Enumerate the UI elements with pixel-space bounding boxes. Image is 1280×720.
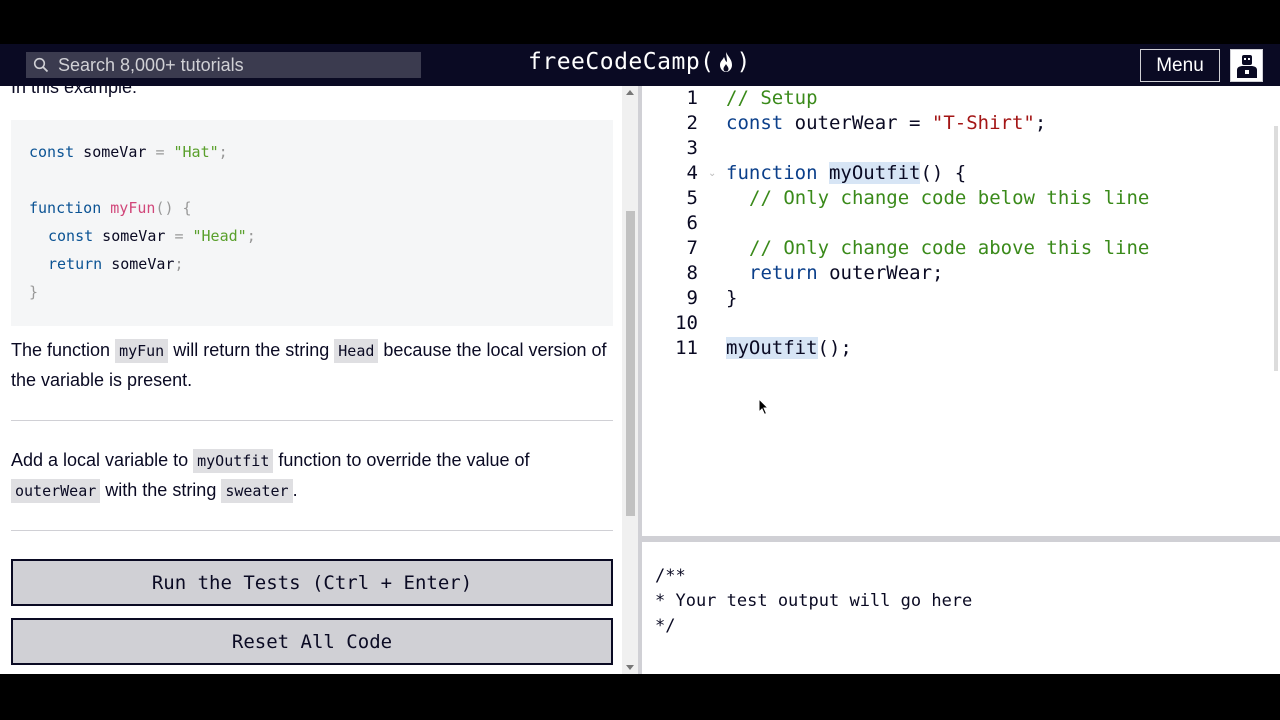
brand-logo[interactable]: freeCodeCamp( ) xyxy=(528,49,751,75)
line-number: 11 xyxy=(675,337,698,359)
lesson-panel: In this example: const someVar = "Hat"; … xyxy=(0,86,622,674)
example-code-line: } xyxy=(29,283,39,301)
user-avatar-icon xyxy=(1236,54,1257,78)
scroll-up-icon[interactable] xyxy=(626,90,634,95)
inline-code: sweater xyxy=(221,479,293,503)
line-number: 8 xyxy=(686,262,698,284)
reset-code-button[interactable]: Reset All Code xyxy=(11,618,613,665)
code-line[interactable]: myOutfit(); xyxy=(726,337,852,359)
brand-text-left: freeCodeCamp( xyxy=(528,49,715,75)
code-line[interactable]: // Setup xyxy=(726,87,818,109)
code-line[interactable]: // Only change code below this line xyxy=(749,187,1149,209)
line-number: 1 xyxy=(686,87,698,109)
line-number: 10 xyxy=(675,312,698,334)
search-bar[interactable] xyxy=(26,52,421,78)
code-line[interactable]: const outerWear = "T-Shirt"; xyxy=(726,112,1046,134)
code-line[interactable]: return outerWear; xyxy=(749,262,943,284)
menu-button[interactable]: Menu xyxy=(1140,49,1220,82)
lesson-scrollbar[interactable] xyxy=(622,86,638,674)
search-input[interactable] xyxy=(56,52,421,78)
line-number: 5 xyxy=(686,187,698,209)
code-line[interactable]: // Only change code above this line xyxy=(749,237,1149,259)
fold-chevron-icon[interactable]: ⌄ xyxy=(708,168,716,179)
line-number: 6 xyxy=(686,212,698,234)
brand-text-right: ) xyxy=(736,49,751,75)
lesson-text-cut: In this example: xyxy=(11,86,138,97)
divider xyxy=(11,530,613,531)
line-number: 3 xyxy=(686,137,698,159)
output-line: /** xyxy=(655,566,686,586)
code-line[interactable]: function myOutfit() { xyxy=(726,162,966,184)
code-line[interactable]: } xyxy=(726,287,737,309)
example-code-block: const someVar = "Hat"; function myFun() … xyxy=(11,120,613,326)
lesson-instructions: Add a local variable to myOutfit functio… xyxy=(11,446,616,506)
divider xyxy=(11,420,613,421)
example-code-line: return someVar; xyxy=(48,255,184,273)
line-number: 4 xyxy=(686,162,698,184)
line-number: 2 xyxy=(686,112,698,134)
example-code-line: const someVar = "Head"; xyxy=(48,227,256,245)
output-line: */ xyxy=(655,616,676,636)
mouse-pointer-icon xyxy=(758,397,770,416)
scrollbar-thumb[interactable] xyxy=(626,211,635,516)
inline-code: myFun xyxy=(115,339,169,363)
lesson-paragraph-1: The function myFun will return the strin… xyxy=(11,339,607,390)
editor-scrollbar[interactable] xyxy=(1272,86,1280,536)
run-tests-button[interactable]: Run the Tests (Ctrl + Enter) xyxy=(11,559,613,606)
code-editor[interactable]: 1 2 3 4 5 6 7 8 9 10 11 ⌄ // Setup const… xyxy=(642,86,1280,536)
output-line: * Your test output will go here xyxy=(655,591,973,611)
example-code-line: const someVar = "Hat"; xyxy=(29,143,228,161)
scroll-down-icon[interactable] xyxy=(626,665,634,670)
line-number: 9 xyxy=(686,287,698,309)
inline-code: Head xyxy=(334,339,379,363)
inline-code: myOutfit xyxy=(193,449,274,473)
test-output-panel: /** * Your test output will go here */ xyxy=(642,542,1280,674)
inline-code: outerWear xyxy=(11,479,101,503)
navbar: freeCodeCamp( ) Menu xyxy=(0,44,1280,86)
flame-icon xyxy=(716,49,736,75)
line-number: 7 xyxy=(686,237,698,259)
avatar[interactable] xyxy=(1230,49,1263,82)
search-icon xyxy=(26,52,56,78)
scrollbar-thumb[interactable] xyxy=(1274,126,1278,371)
example-code-line: function myFun() { xyxy=(29,199,192,217)
